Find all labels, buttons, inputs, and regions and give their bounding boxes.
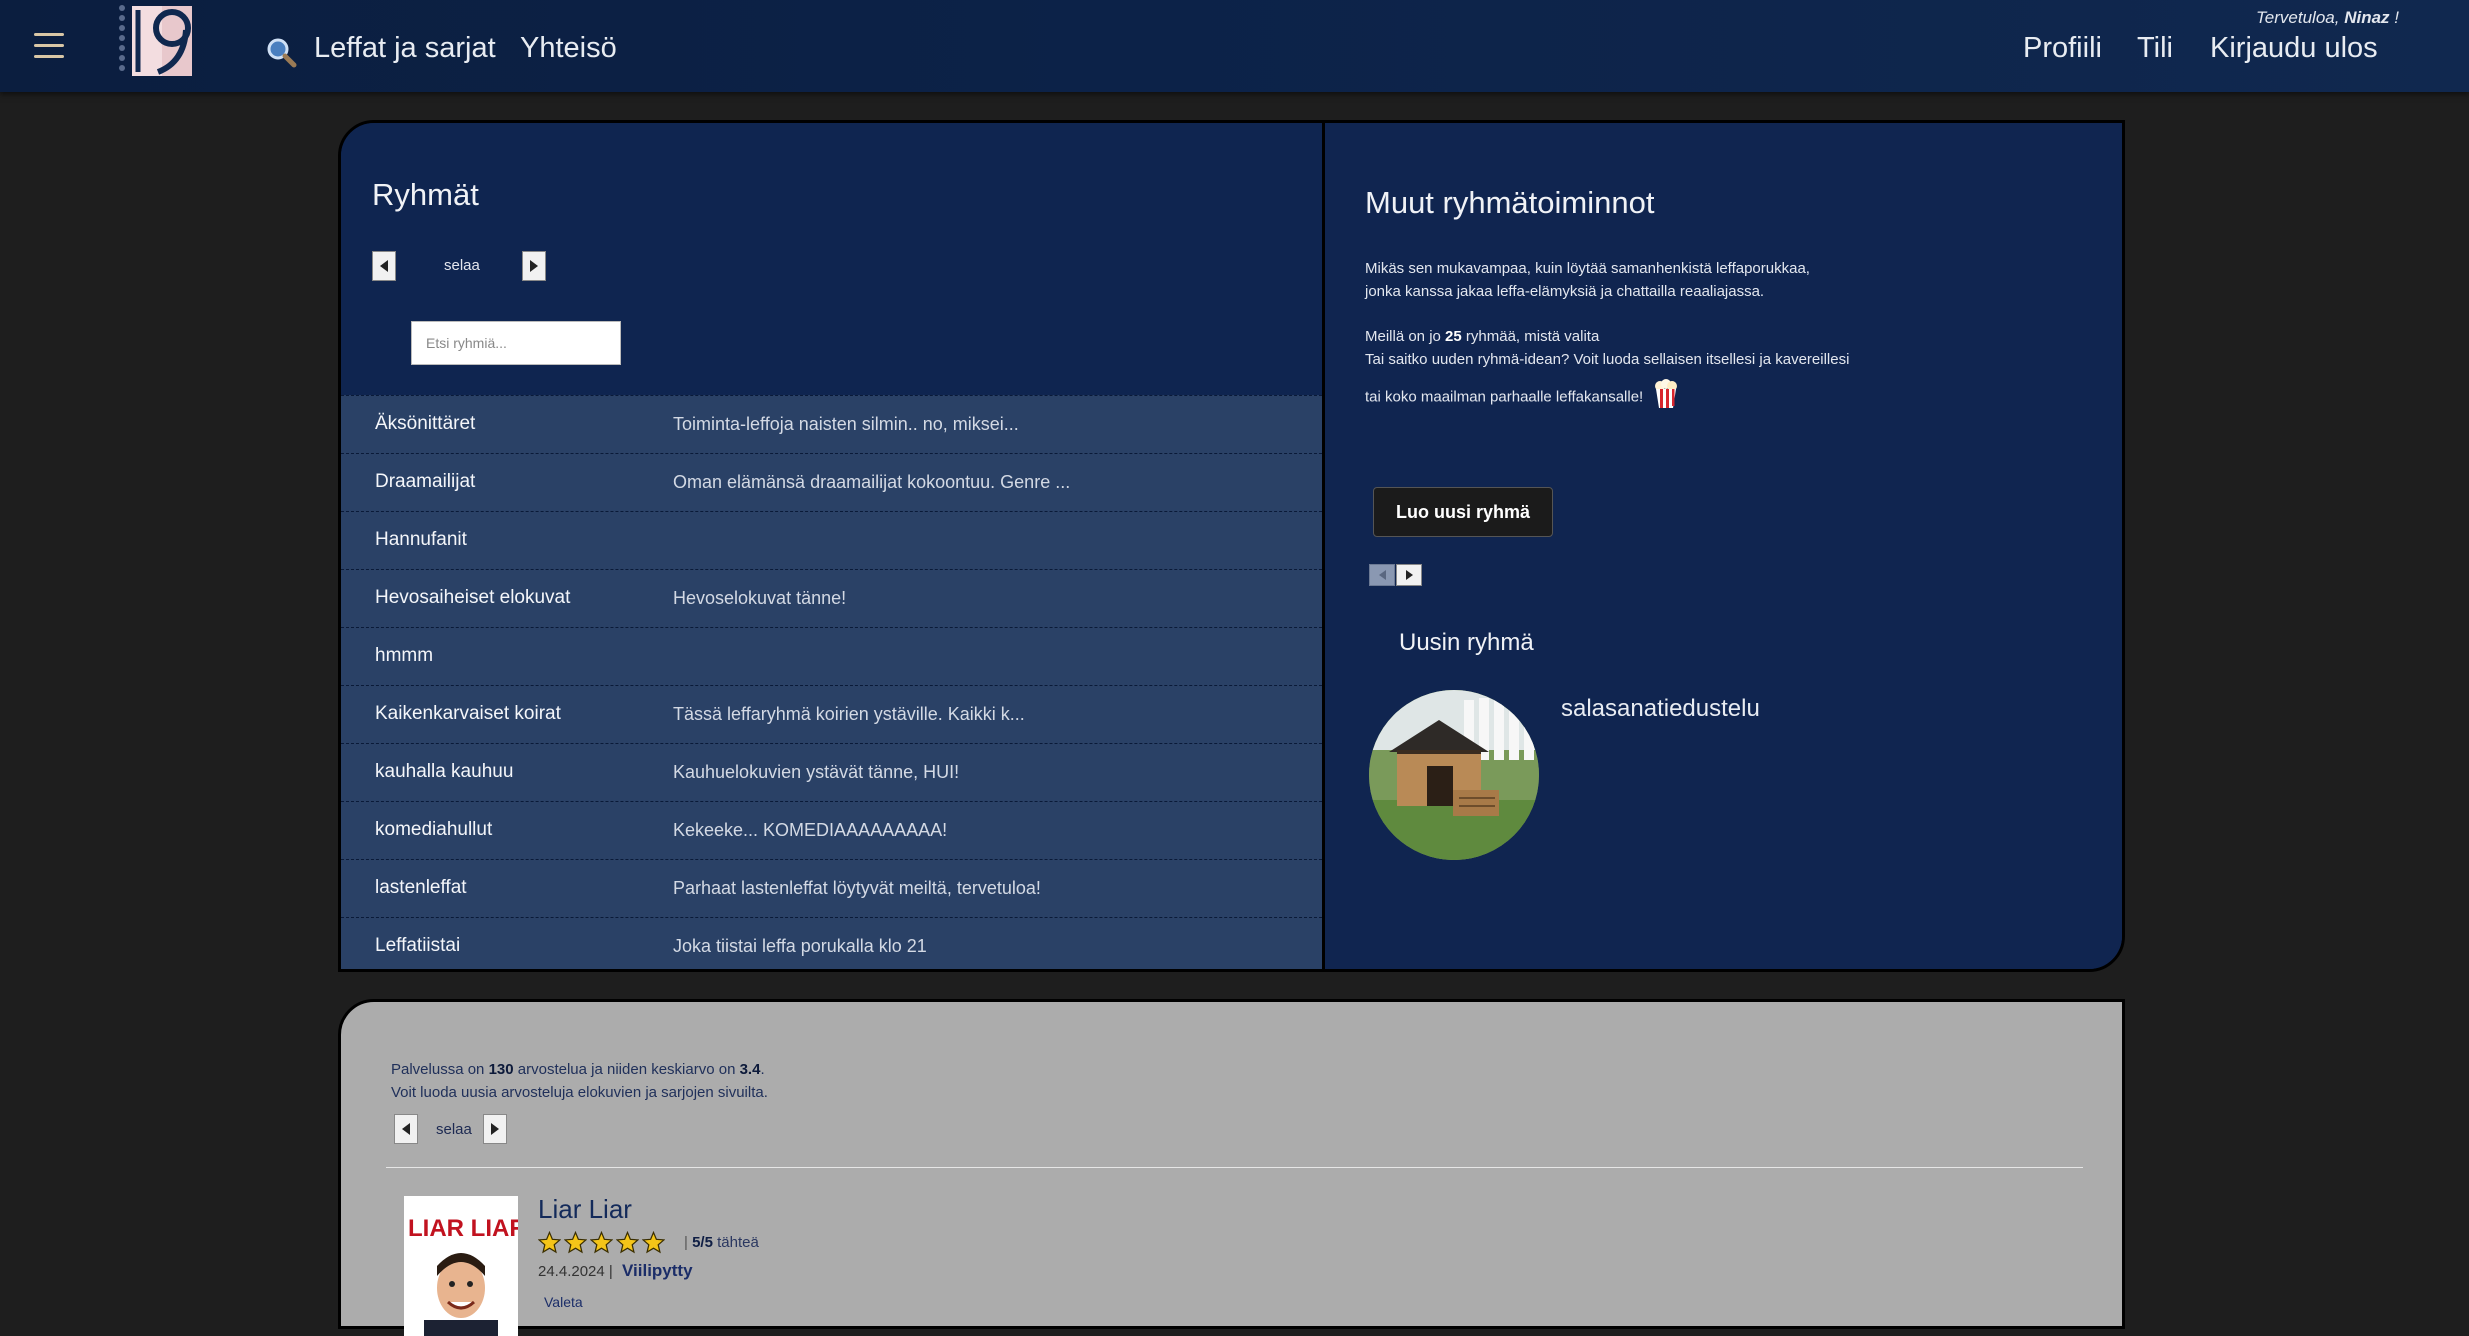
menu-icon[interactable] xyxy=(34,28,64,62)
group-name: Draamailijat xyxy=(375,471,476,492)
groups-next-button[interactable] xyxy=(522,251,546,281)
group-name: Kaikenkarvaiset koirat xyxy=(375,703,561,724)
group-name: kauhalla kauhuu xyxy=(375,761,514,782)
reviews-divider xyxy=(386,1167,2083,1168)
stats-prefix: Palvelussa on xyxy=(391,1061,485,1078)
star-icon xyxy=(590,1231,613,1254)
newest-prev-button[interactable] xyxy=(1369,564,1395,586)
group-row[interactable]: Hevosaiheiset elokuvat Hevoselokuvat tän… xyxy=(341,569,1322,627)
group-row[interactable]: Leffatiistai Joka tiistai leffa porukall… xyxy=(341,917,1322,969)
groups-pager-label: selaa xyxy=(444,257,480,274)
group-actions-section: Muut ryhmätoiminnot Mikäs sen mukavampaa… xyxy=(1325,123,2122,969)
star-icon xyxy=(538,1231,561,1254)
star-icon xyxy=(564,1231,587,1254)
group-description: Joka tiistai leffa porukalla klo 21 xyxy=(673,936,927,956)
intro-line-1: Mikäs sen mukavampaa, kuin löytää samanh… xyxy=(1365,260,1810,277)
nav-logout-link[interactable]: Kirjaudu ulos xyxy=(2210,32,2378,65)
group-count-text: Meillä on jo 25 ryhmää, mistä valita Tai… xyxy=(1365,325,1849,416)
group-description: Toiminta-leffoja naisten silmin.. no, mi… xyxy=(673,414,1019,434)
reviews-info-line: Voit luoda uusia arvosteluja elokuvien j… xyxy=(391,1084,768,1101)
group-name: Hannufanit xyxy=(375,529,467,550)
nav-profile-link[interactable]: Profiili xyxy=(2023,32,2102,65)
reviews-stats-line: Palvelussa on 130 arvostelua ja niiden k… xyxy=(391,1058,768,1081)
group-name: Leffatiistai xyxy=(375,935,461,956)
stats-suffix: . xyxy=(760,1061,765,1078)
reviews-prev-button[interactable] xyxy=(394,1114,418,1144)
count-prefix: Meillä on jo xyxy=(1365,328,1441,345)
group-count-line: Meillä on jo 25 ryhmää, mistä valita xyxy=(1365,325,1849,348)
review-user-link[interactable]: Viilipytty xyxy=(622,1261,693,1281)
group-row[interactable]: Äksönittäret Toiminta-leffoja naisten si… xyxy=(341,395,1322,453)
group-description: Tässä leffaryhmä koirien ystäville. Kaik… xyxy=(673,704,1025,724)
reviews-stats: Palvelussa on 130 arvostelua ja niiden k… xyxy=(391,1058,768,1104)
review-movie-title[interactable]: Liar Liar xyxy=(538,1194,632,1225)
popcorn-icon xyxy=(1653,379,1679,416)
intro-line-5: tai koko maailman parhaalle leffakansall… xyxy=(1365,388,1644,406)
nav-movies-link[interactable]: Leffat ja sarjat xyxy=(314,32,496,65)
top-nav: Leffat ja sarjat Yhteisö Tervetuloa, Nin… xyxy=(0,0,2469,92)
intro-line-5-wrap: tai koko maailman parhaalle leffakansall… xyxy=(1365,379,1849,416)
newest-group-title: Uusin ryhmä xyxy=(1399,629,1534,656)
group-description: Parhaat lastenleffat löytyvät meiltä, te… xyxy=(673,878,1041,898)
review-count: 130 xyxy=(488,1061,514,1078)
site-logo[interactable] xyxy=(114,2,204,78)
group-description: Hevoselokuvat tänne! xyxy=(673,588,847,608)
newest-next-button[interactable] xyxy=(1396,564,1422,586)
group-name: Hevosaiheiset elokuvat xyxy=(375,587,571,608)
nav-community-link[interactable]: Yhteisö xyxy=(520,32,617,65)
group-row[interactable]: Draamailijat Oman elämänsä draamailijat … xyxy=(341,453,1322,511)
reviews-pager-label: selaa xyxy=(436,1121,472,1138)
group-row[interactable]: lastenleffat Parhaat lastenleffat löytyv… xyxy=(341,859,1322,917)
review-tag[interactable]: Valeta xyxy=(544,1294,583,1310)
group-intro-text: Mikäs sen mukavampaa, kuin löytää samanh… xyxy=(1365,257,1810,303)
groups-prev-button[interactable] xyxy=(372,251,396,281)
count-suffix: ryhmää, mistä valita xyxy=(1465,328,1600,345)
poster-title-text: LIAR LIAR xyxy=(408,1215,518,1242)
group-name: Äksönittäret xyxy=(375,413,476,434)
group-description: Kauhuelokuvien ystävät tänne, HUI! xyxy=(673,762,960,782)
welcome-suffix: ! xyxy=(2394,8,2399,27)
rating-value: 5/5 xyxy=(692,1234,713,1251)
star-rating xyxy=(538,1231,665,1254)
group-row[interactable]: hmmm xyxy=(341,627,1322,685)
star-icon xyxy=(616,1231,639,1254)
group-description: Kekeeke... KOMEDIAAAAAAAAA! xyxy=(673,820,948,840)
nav-account-link[interactable]: Tili xyxy=(2137,32,2173,65)
group-count: 25 xyxy=(1445,328,1462,345)
group-row[interactable]: Hannufanit xyxy=(341,511,1322,569)
stats-middle: arvostelua ja niiden keskiarvo on xyxy=(517,1061,736,1078)
group-row[interactable]: komediahullut Kekeeke... KOMEDIAAAAAAAAA… xyxy=(341,801,1322,859)
group-search-input[interactable] xyxy=(411,321,621,365)
groups-list-section: Ryhmät selaa Äksönittäret Toiminta-leffo… xyxy=(341,123,1325,969)
welcome-text: Tervetuloa, Ninaz ! xyxy=(2256,8,2399,28)
group-name: hmmm xyxy=(375,645,434,666)
group-description: Oman elämänsä draamailijat kokoontuu. Ge… xyxy=(673,472,1071,492)
intro-line-4: Tai saitko uuden ryhmä-idean? Voit luoda… xyxy=(1365,351,1850,368)
intro-line-2: jonka kanssa jakaa leffa-elämyksiä ja ch… xyxy=(1365,283,1765,300)
welcome-prefix: Tervetuloa, xyxy=(2255,8,2340,27)
group-actions-title: Muut ryhmätoiminnot xyxy=(1365,185,1655,220)
review-date: 24.4.2024 | xyxy=(538,1263,613,1280)
reviews-next-button[interactable] xyxy=(483,1114,507,1144)
newest-group-image[interactable] xyxy=(1369,690,1539,860)
welcome-username: Ninaz xyxy=(2344,8,2390,27)
reviews-panel: Palvelussa on 130 arvostelua ja niiden k… xyxy=(338,999,2125,1336)
group-row[interactable]: kauhalla kauhuu Kauhuelokuvien ystävät t… xyxy=(341,743,1322,801)
create-group-button[interactable]: Luo uusi ryhmä xyxy=(1373,487,1553,537)
newest-group-name[interactable]: salasanatiedustelu xyxy=(1561,695,1760,723)
rating-unit: tähteä xyxy=(717,1234,759,1251)
star-icon xyxy=(642,1231,665,1254)
movie-poster[interactable]: LIAR LIAR xyxy=(404,1196,518,1336)
search-icon[interactable] xyxy=(265,36,297,68)
groups-title: Ryhmät xyxy=(372,177,479,212)
groups-panel: Ryhmät selaa Äksönittäret Toiminta-leffo… xyxy=(338,120,2125,972)
rating-text: | 5/5 tähteä xyxy=(684,1234,759,1251)
group-name: komediahullut xyxy=(375,819,493,840)
review-average: 3.4 xyxy=(739,1061,761,1078)
group-list: Äksönittäret Toiminta-leffoja naisten si… xyxy=(341,395,1322,969)
group-row[interactable]: Kaikenkarvaiset koirat Tässä leffaryhmä … xyxy=(341,685,1322,743)
group-name: lastenleffat xyxy=(375,877,467,898)
